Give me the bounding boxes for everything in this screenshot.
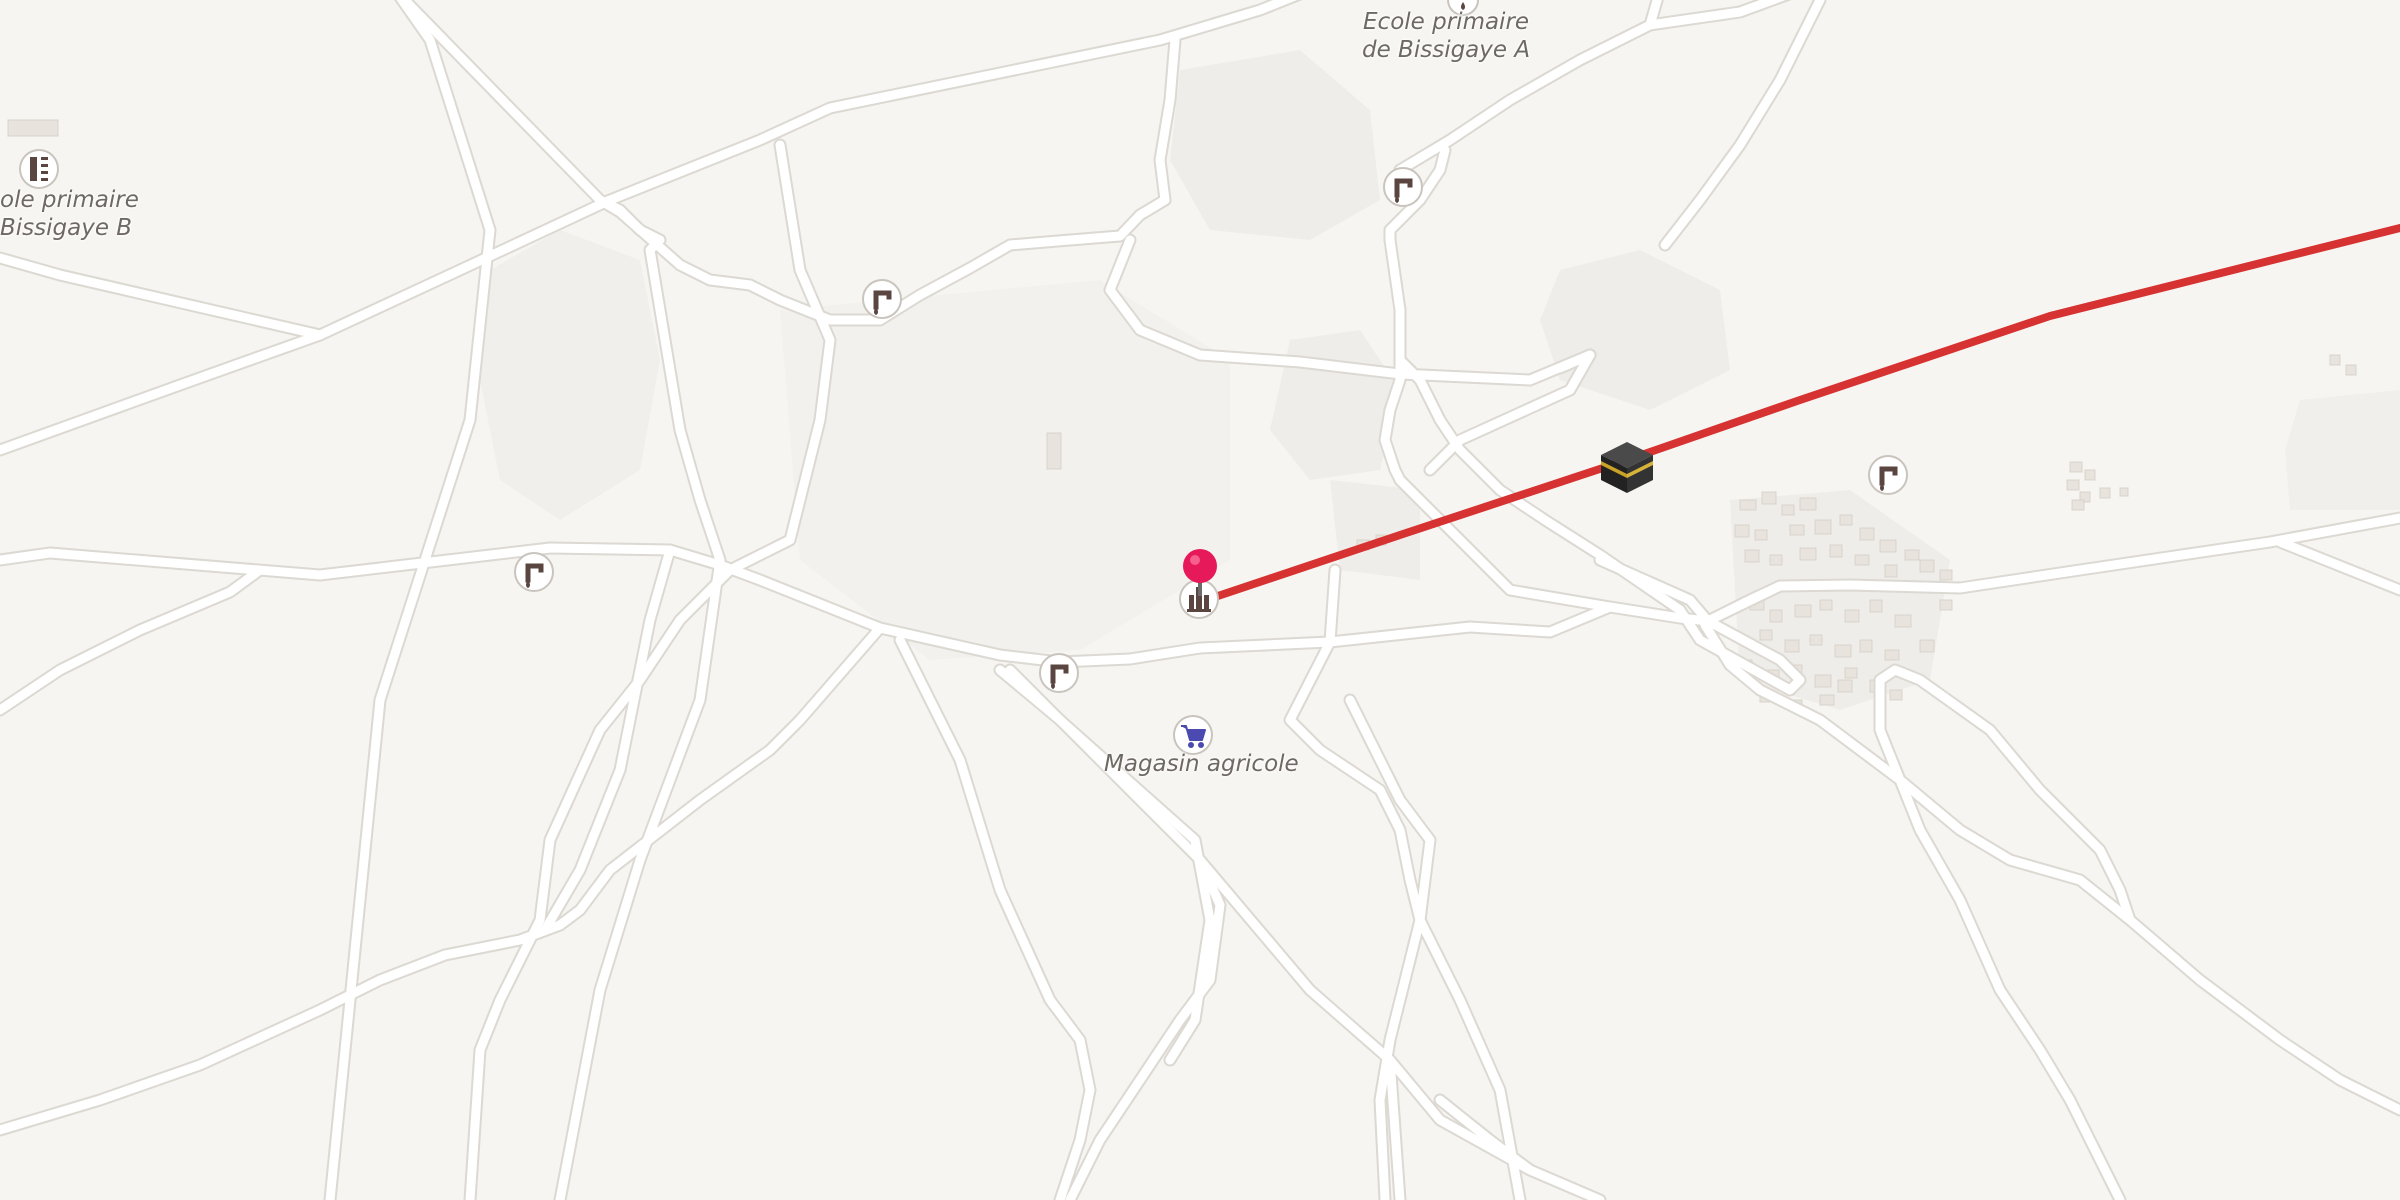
water-tap-icon[interactable] bbox=[862, 279, 902, 319]
school-a-label-line1: Ecole primaire bbox=[1363, 9, 1530, 35]
supermarket-cart-icon[interactable] bbox=[1173, 715, 1213, 755]
school-b-label: ole primaire Bissigaye B bbox=[0, 186, 139, 242]
school-icon[interactable] bbox=[19, 149, 59, 189]
water-tap-icon[interactable] bbox=[1868, 455, 1908, 495]
school-a-label-line2: de Bissigaye A bbox=[1362, 37, 1531, 63]
school-b-label-line1: ole primaire bbox=[0, 187, 139, 213]
school-a-label: Ecole primaire de Bissigaye A bbox=[1362, 8, 1530, 64]
water-tap-icon[interactable] bbox=[1383, 167, 1423, 207]
water-tap-icon[interactable] bbox=[514, 552, 554, 592]
shop-label-text: Magasin agricole bbox=[1104, 751, 1299, 777]
water-tap-icon[interactable] bbox=[1039, 653, 1079, 693]
map-canvas[interactable] bbox=[0, 0, 2400, 1200]
shop-label: Magasin agricole bbox=[1104, 750, 1299, 778]
school-b-label-line2: Bissigaye B bbox=[0, 215, 133, 241]
